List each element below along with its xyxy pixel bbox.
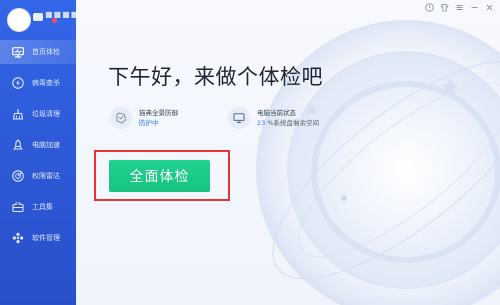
sidebar-item-label: 工具集 <box>32 203 53 211</box>
lightning-icon <box>12 77 24 89</box>
minimize-icon[interactable] <box>470 3 479 12</box>
protection-state: 防护中 <box>139 118 159 127</box>
vip-badge-icon <box>33 13 43 21</box>
sidebar-item-virus-scan[interactable]: 病毒查杀 <box>0 71 76 95</box>
main-panel: 下午好，来做个体检吧 猫弗全景防御 防护中 电脑当前状态 23 %系统盘剩余空间… <box>76 0 500 305</box>
pc-status[interactable]: 电脑当前状态 23 %系统盘剩余空间 <box>228 107 319 129</box>
disk-free-label: %系统盘剩余空间 <box>267 118 320 127</box>
rocket-icon <box>12 139 24 151</box>
sidebar-item-toolbox[interactable]: 工具集 <box>0 195 76 219</box>
sidebar-item-pc-speedup[interactable]: 电脑加速 <box>0 133 76 157</box>
page-title: 下午好，来做个体检吧 <box>108 65 323 89</box>
window-controls <box>425 3 494 12</box>
sidebar-item-label: 首页体检 <box>32 48 60 56</box>
broom-icon <box>12 108 24 120</box>
full-checkup-button[interactable]: 全面体检 <box>109 160 210 192</box>
sidebar-item-home-checkup[interactable]: 首页体检 <box>0 40 76 64</box>
sidebar-item-label: 软件管理 <box>32 234 60 242</box>
disk-space-info: 23 %系统盘剩余空间 <box>257 118 319 128</box>
sidebar-item-junk-cleanup[interactable]: 垃圾清理 <box>0 102 76 126</box>
sidebar-item-permission-radar[interactable]: 权限雷达 <box>0 164 76 188</box>
warning-icon[interactable] <box>425 3 434 12</box>
close-icon[interactable] <box>485 3 494 12</box>
sidebar-item-label: 电脑加速 <box>32 141 60 149</box>
user-name[interactable]: ■■■■ <box>45 10 79 19</box>
sidebar-item-label: 病毒查杀 <box>32 79 60 87</box>
sidebar-item-label: 垃圾清理 <box>32 110 60 118</box>
apps-icon <box>12 232 24 244</box>
monitor-icon <box>12 46 24 58</box>
notification-dot-icon <box>52 18 57 23</box>
monitor-icon <box>228 107 250 129</box>
protection-title: 猫弗全景防御 <box>139 108 178 117</box>
protection-status[interactable]: 猫弗全景防御 防护中 <box>110 107 178 129</box>
shirt-icon[interactable] <box>440 3 449 12</box>
shield-icon <box>110 107 132 129</box>
sidebar: ■■■■ 首页体检 病毒查杀 垃圾清理 电脑加速 权限雷达 工具集 软件管理 <box>0 0 79 305</box>
avatar[interactable] <box>7 8 31 32</box>
disk-free-percent: 23 <box>257 118 266 127</box>
pc-status-title: 电脑当前状态 <box>257 108 296 117</box>
toolbox-icon <box>12 201 24 213</box>
menu-icon[interactable] <box>455 3 464 12</box>
radar-icon <box>12 170 24 182</box>
sidebar-item-software-manager[interactable]: 软件管理 <box>0 226 76 250</box>
sidebar-item-label: 权限雷达 <box>32 172 60 180</box>
